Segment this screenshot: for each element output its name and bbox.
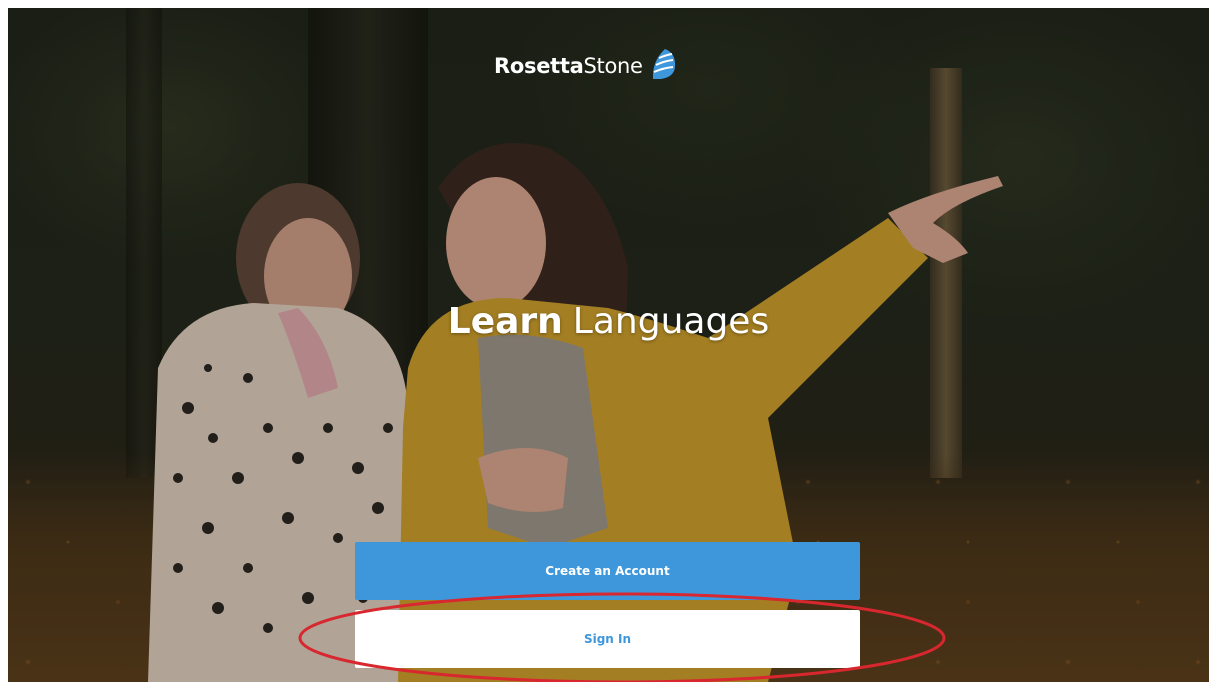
rosetta-stone-logo-icon xyxy=(649,47,679,85)
rosetta-stone-logo: Rosetta Stone xyxy=(494,48,679,84)
hero-heading-bold: Learn xyxy=(447,301,563,342)
app-screen: Rosetta Stone Learn Languages Create an A… xyxy=(8,8,1209,682)
logo-text-bold: Rosetta xyxy=(494,54,584,78)
create-account-button[interactable]: Create an Account xyxy=(355,542,860,600)
logo-text-light: Stone xyxy=(583,54,643,78)
hero-heading: Learn Languages xyxy=(8,300,1209,344)
hero-heading-light: Languages xyxy=(572,301,770,342)
sign-in-button[interactable]: Sign In xyxy=(355,610,860,668)
